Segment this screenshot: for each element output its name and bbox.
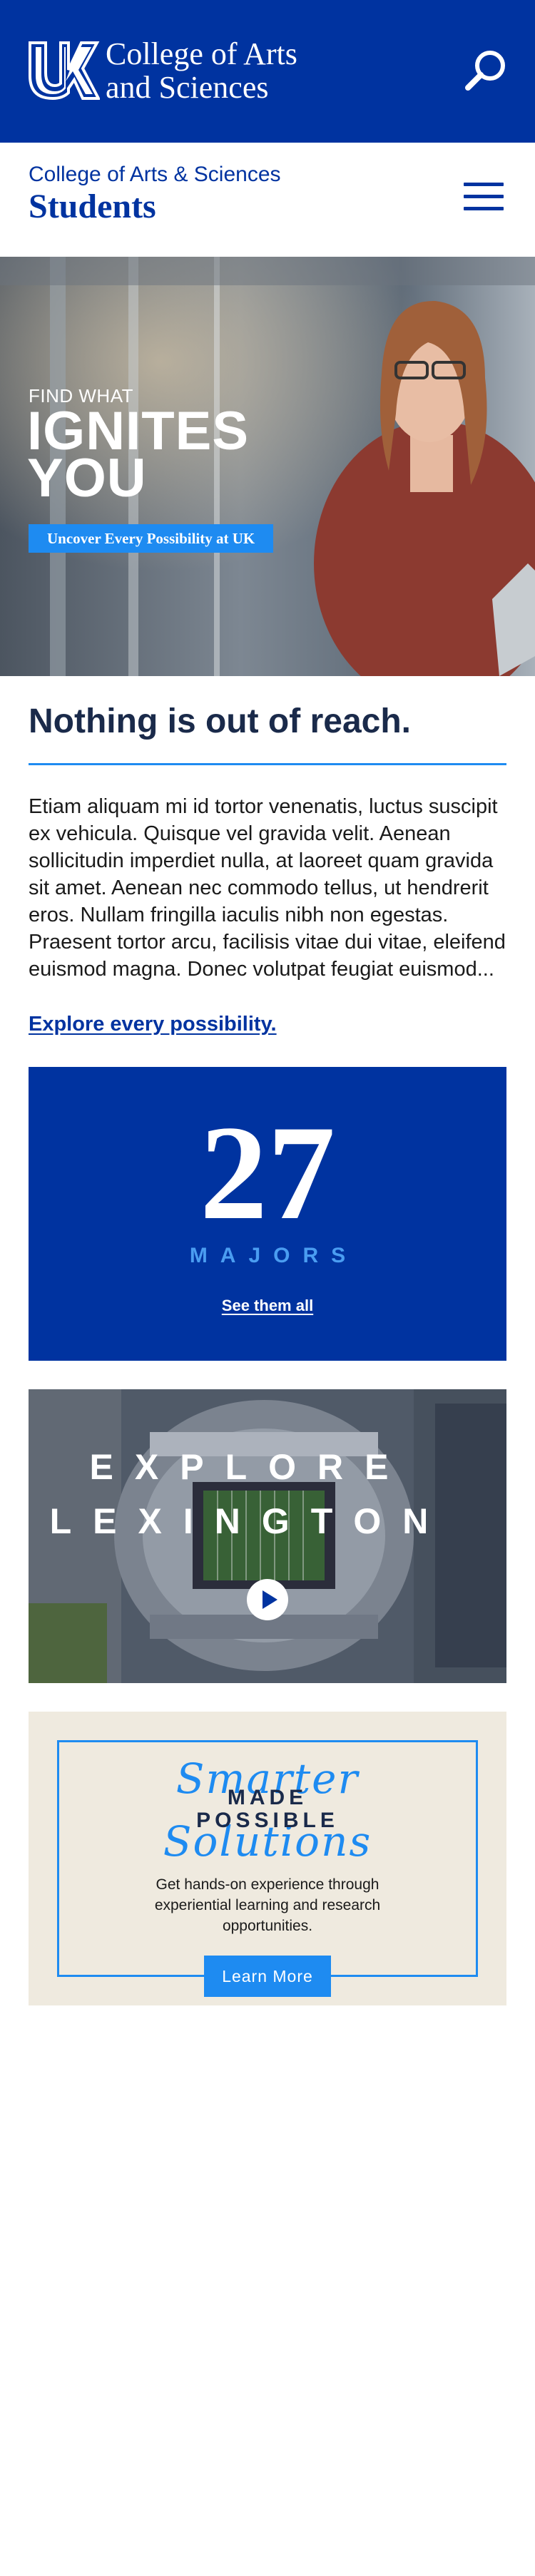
smarter-description: Get hands-on experience through experien… (154, 1876, 381, 1934)
explore-link[interactable]: Explore every possibility. (29, 1013, 277, 1036)
intro-body-text: Etiam aliquam mi id tortor venenatis, lu… (29, 795, 506, 981)
learn-more-button[interactable]: Learn More (204, 1956, 331, 1997)
uk-logo-icon[interactable] (29, 41, 100, 100)
hero-cta-button[interactable]: Uncover Every Possibility at UK (29, 524, 274, 553)
lexington-title-line2: LEXINGTON (49, 1501, 450, 1541)
college-name[interactable]: College of Arts and Sciences (106, 37, 297, 104)
divider (29, 763, 506, 765)
page-title[interactable]: Students (29, 187, 156, 226)
hamburger-menu-icon[interactable] (464, 183, 506, 217)
hero-title: IGNITES YOU (27, 404, 249, 508)
majors-card[interactable]: 27 MAJORS See them all (29, 1067, 506, 1361)
made-text: MADE (227, 1786, 308, 1809)
majors-count: 27 (200, 1098, 335, 1248)
lexington-title-line1: EXPLORE (89, 1447, 410, 1487)
see-all-majors-link[interactable]: See them all (222, 1297, 313, 1314)
possible-text: POSSIBLE (196, 1809, 339, 1832)
play-video-icon[interactable] (247, 1579, 288, 1620)
hero-title-line2: YOU (27, 448, 147, 508)
college-name-line1: College of Arts (106, 36, 297, 71)
intro-heading: Nothing is out of reach. (29, 702, 411, 740)
site-header: College of Arts and Sciences (0, 0, 535, 143)
see-all-majors-link-wrap: See them all (29, 1297, 506, 1315)
breadcrumb-college[interactable]: College of Arts & Sciences (29, 163, 281, 187)
majors-label: MAJORS (189, 1244, 359, 1267)
college-name-line2: and Sciences (106, 70, 269, 105)
search-icon[interactable] (461, 46, 511, 96)
